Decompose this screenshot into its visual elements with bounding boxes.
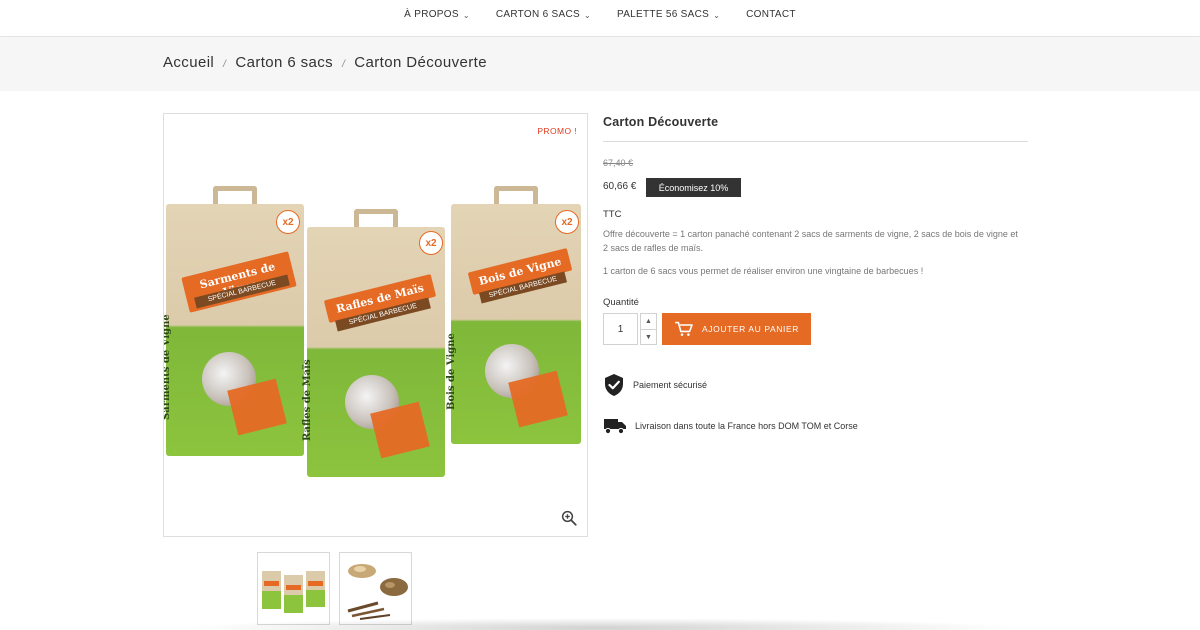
nav-item-contact[interactable]: CONTACT (733, 0, 809, 29)
nav-item-label: CARTON 6 SACS (495, 8, 580, 20)
nav-item-label: PALETTE 56 SACS (616, 8, 710, 20)
three-bags-thumbnail-icon (262, 571, 325, 613)
product-main-image[interactable]: PROMO ! x2 Sarments de Vigne SPÉCIAL BAR… (163, 113, 588, 537)
bag-bois-de-vigne: x2 Bois de Vigne SPÉCIAL BARBECUE Bois d… (446, 186, 581, 444)
regular-price: 67,40 € (603, 158, 634, 168)
chevron-down-icon: ⌄ (462, 10, 470, 20)
product-title: Carton Découverte (603, 115, 719, 129)
bottom-shadow (180, 618, 1020, 630)
quantity-badge: x2 (419, 231, 443, 255)
promo-flag: PROMO ! (537, 126, 577, 136)
breadcrumb-current: Carton Découverte (354, 54, 487, 71)
bag-sarments-de-vigne: x2 Sarments de Vigne SPÉCIAL BARBECUE Sa… (163, 186, 304, 456)
reassurance-secure-payment: Paiement sécurisé (603, 373, 707, 397)
bag-rafles-de-mais: x2 Rafles de Maïs SPÉCIAL BARBECUE Rafle… (302, 209, 445, 477)
breadcrumb-separator: / (342, 58, 346, 70)
wood-pieces-thumbnail-icon (347, 564, 408, 620)
nav-item-palette-56-sacs[interactable]: PALETTE 56 SACS ⌄ (604, 0, 733, 29)
bag-side-text: Rafles de Maïs (302, 359, 313, 441)
reassurance-delivery: Livraison dans toute la France hors DOM … (603, 417, 858, 435)
quantity-stepper: ▲ ▼ (640, 313, 657, 345)
shield-check-icon (605, 374, 623, 396)
thumbnail-three-bags[interactable] (257, 552, 330, 625)
quantity-badge: x2 (276, 210, 300, 234)
product-description-secondary: 1 carton de 6 sacs vous permet de réalis… (603, 266, 924, 276)
chevron-up-icon: ▲ (645, 318, 652, 325)
product-description: Offre découverte = 1 carton panaché cont… (603, 229, 1018, 253)
zoom-in-icon[interactable] (560, 509, 578, 527)
reassurance-label: Paiement sécurisé (633, 380, 708, 390)
breadcrumb: Accueil / Carton 6 sacs / Carton Découve… (163, 54, 487, 71)
breadcrumb-home-link[interactable]: Accueil (163, 54, 214, 71)
nav-item-label: CONTACT (746, 8, 796, 20)
nav-item-a-propos[interactable]: À PROPOS ⌄ (391, 0, 483, 29)
truck-icon (604, 419, 626, 435)
quantity-badge: x2 (555, 210, 579, 234)
quantity-input[interactable]: 1 (603, 313, 638, 345)
discount-badge: Économisez 10% (646, 178, 741, 197)
quantity-decrease-button[interactable]: ▼ (641, 329, 656, 344)
thumbnail-wood-pieces[interactable] (339, 552, 412, 625)
current-price: 60,66 € (603, 181, 637, 192)
tax-label: TTC (603, 209, 622, 220)
nav-item-label: À PROPOS (404, 8, 459, 20)
quantity-increase-button[interactable]: ▲ (641, 314, 656, 329)
chevron-down-icon: ▼ (645, 333, 652, 341)
breadcrumb-separator: / (223, 58, 227, 70)
chevron-down-icon: ⌄ (713, 10, 721, 20)
add-to-cart-button[interactable]: AJOUTER AU PANIER (662, 313, 811, 345)
bag-side-text: Sarments de Vigne (163, 314, 172, 420)
chevron-down-icon: ⌄ (583, 10, 591, 20)
title-divider (603, 141, 1028, 142)
top-navigation: À PROPOS ⌄ CARTON 6 SACS ⌄ PALETTE 56 SA… (0, 0, 1200, 37)
quantity-label: Quantité (603, 297, 639, 308)
bag-side-text: Bois de Vigne (446, 333, 457, 410)
nav-item-carton-6-sacs[interactable]: CARTON 6 SACS ⌄ (483, 0, 604, 29)
breadcrumb-category-link[interactable]: Carton 6 sacs (235, 54, 333, 71)
add-to-cart-label: AJOUTER AU PANIER (702, 324, 799, 334)
reassurance-label: Livraison dans toute la France hors DOM … (635, 421, 858, 431)
shopping-cart-icon (675, 321, 693, 336)
